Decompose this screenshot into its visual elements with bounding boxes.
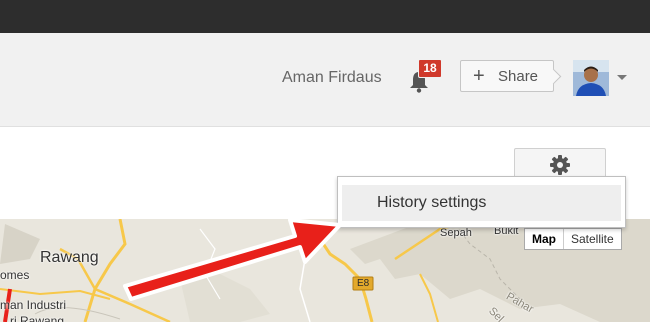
annotation-arrow [123,218,342,301]
